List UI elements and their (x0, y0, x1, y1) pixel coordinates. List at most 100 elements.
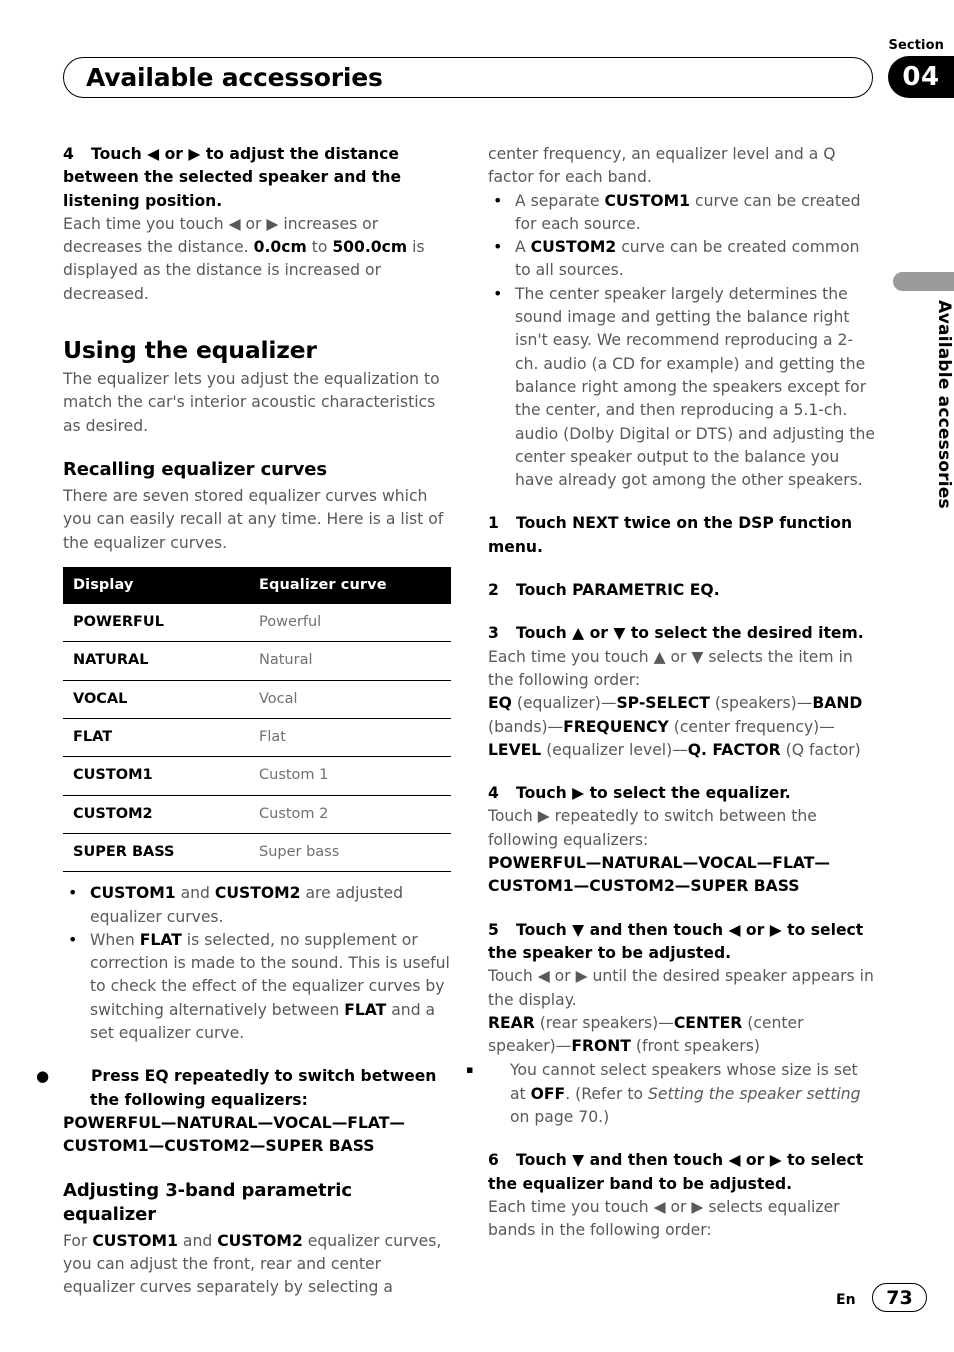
rbullet-2-pre: The center speaker largely determines th… (515, 284, 875, 490)
rbullet-1-bold: CUSTOM2 (530, 238, 617, 257)
order-item-band: BAND (812, 694, 863, 713)
distance-max-value: 500.0cm (332, 238, 408, 257)
manual-page: Section 04 Available accessories Availab… (0, 0, 954, 1352)
table-row: SUPER BASS Super bass (63, 833, 451, 873)
step-4-body-left: Each time you touch ◀ or ▶ increases or … (63, 213, 451, 306)
heading-using-the-equalizer: Using the equalizer (63, 336, 317, 365)
list-item: The center speaker largely determines th… (488, 282, 876, 493)
bullet-0-mid: and (175, 884, 215, 903)
step-1-heading: 1 Touch NEXT twice on the DSP function me… (488, 512, 876, 559)
order-desc-level: (equalizer level)— (541, 740, 688, 759)
section-number-badge: 04 (888, 56, 954, 98)
step-5-note-reference: Setting the speaker setting (648, 1084, 861, 1103)
page-title-pill: Available accessories (63, 57, 873, 98)
bullet-1-bold-1: FLAT (139, 930, 182, 949)
list-item: A separate CUSTOM1 curve can be created … (488, 189, 876, 237)
table-row: FLAT Flat (63, 718, 451, 758)
table-cell-curve: Vocal (249, 680, 451, 720)
order-desc-band: (bands)— (488, 717, 564, 736)
step-4-body-b: to (306, 238, 333, 257)
step-2-number: 2 (488, 581, 499, 600)
left-column: 4 Touch ◀ or ▶ to adjust the distance bet… (36, 143, 451, 1299)
press-eq-chain: POWERFUL—NATURAL—VOCAL—FLAT—CUSTOM1—CUST… (63, 1113, 405, 1156)
page-header: Section 04 Available accessories (0, 0, 954, 120)
page-title: Available accessories (86, 63, 383, 92)
step-5-heading-text: Touch ▼ and then touch ◀ or ▶ to select … (488, 920, 864, 962)
step-6-number: 6 (488, 1151, 499, 1170)
table-cell-display: FLAT (63, 718, 249, 758)
list-item: When FLAT is selected, no supplement or … (63, 928, 451, 1045)
section-label: Section (888, 38, 944, 53)
order-item-eq: EQ (488, 694, 512, 713)
order-item-sp-select: SP-SELECT (616, 694, 710, 713)
step-5-note-c: on page 70.) (510, 1107, 610, 1126)
table-row: POWERFUL Powerful (63, 604, 451, 643)
heading-adjusting-3band-parametric-equalizer: Adjusting 3-band parametric equalizer (63, 1179, 352, 1225)
order-desc-rear: (rear speakers)— (534, 1013, 674, 1032)
order-desc-sp-select: (speakers)— (709, 694, 813, 713)
press-eq-note: ● Press EQ repeatedly to switch between t… (36, 1065, 451, 1112)
step-5-note: ▪ You cannot select speakers whose size i… (466, 1058, 876, 1129)
table-body: POWERFUL Powerful NATURAL Natural VOCAL … (63, 604, 451, 873)
step-4-number-left: 4 (63, 145, 74, 163)
press-eq-heading: Press EQ repeatedly to switch between th… (90, 1067, 437, 1109)
step-1-number: 1 (488, 514, 499, 533)
step-5-order-list: REAR (rear speakers)—CENTER (center spea… (488, 1012, 876, 1059)
order-item-level: LEVEL (488, 740, 542, 759)
table-row: NATURAL Natural (63, 641, 451, 681)
table-cell-curve: Custom 1 (249, 756, 451, 796)
list-item: A CUSTOM2 curve can be created common to… (488, 235, 876, 283)
order-desc-frequency: (center frequency)— (668, 717, 835, 736)
table-cell-curve: Flat (249, 718, 451, 758)
step-3-number: 3 (488, 624, 499, 643)
adjusting-bold-1: CUSTOM1 (92, 1231, 178, 1250)
side-tab-label: Available accessories (934, 300, 954, 509)
filled-circle-icon: ● (36, 1067, 50, 1086)
step-4-heading-text-left: Touch ◀ or ▶ to adjust the distance betw… (63, 145, 402, 210)
side-tab-marker (893, 272, 954, 291)
order-desc-q-factor: (Q factor) (780, 740, 861, 759)
step-5-heading: 5 Touch ▼ and then touch ◀ or ▶ to select… (488, 919, 876, 966)
table-cell-display: NATURAL (63, 641, 249, 681)
recalling-body: There are seven stored equalizer curves … (63, 486, 444, 552)
step-5-note-b: . (Refer to (565, 1084, 648, 1103)
step-3-heading-text: Touch ▲ or ▼ to select the desired item. (516, 624, 864, 643)
table-cell-display: POWERFUL (63, 604, 249, 643)
right-column: center frequency, an equalizer level and… (466, 143, 876, 1242)
step-3-order-list: EQ (equalizer)—SP-SELECT (speakers)—BAND… (488, 692, 876, 762)
step-6-body: Each time you touch ◀ or ▶ selects equal… (488, 1197, 840, 1240)
step-2-heading-text: Touch PARAMETRIC EQ. (516, 581, 720, 600)
step-5-body: Touch ◀ or ▶ until the desired speaker a… (488, 967, 874, 1009)
table-header-display: Display (63, 566, 249, 605)
step-3-heading: 3 Touch ▲ or ▼ to select the desired item… (488, 622, 876, 645)
adjusting-body-a: For (63, 1231, 93, 1250)
table-cell-display: CUSTOM1 (63, 756, 249, 796)
step-4-chain: POWERFUL—NATURAL—VOCAL—FLAT—CUSTOM1—CUST… (488, 854, 830, 896)
order-item-q-factor: Q. FACTOR (687, 740, 781, 759)
step-3-body: Each time you touch ▲ or ▼ selects the i… (488, 647, 853, 689)
step-5-number: 5 (488, 920, 499, 939)
step-2-heading: 2 Touch PARAMETRIC EQ. (488, 579, 876, 602)
table-cell-curve: Super bass (249, 833, 451, 873)
order-desc-eq: (equalizer)— (511, 694, 617, 713)
footer-page-number: 73 (872, 1283, 927, 1312)
adjusting-bold-2: CUSTOM2 (217, 1231, 303, 1250)
rbullet-1-pre: A (515, 238, 531, 257)
step-6-heading-text: Touch ▼ and then touch ◀ or ▶ to select … (488, 1151, 864, 1193)
table-cell-display: VOCAL (63, 680, 249, 720)
order-item-center: CENTER (673, 1013, 743, 1032)
right-bullet-list: A separate CUSTOM1 curve can be created … (488, 189, 876, 493)
continuation-text: center frequency, an equalizer level and… (488, 145, 836, 187)
table-header-row: Display Equalizer curve (63, 566, 451, 605)
order-item-frequency: FREQUENCY (563, 717, 669, 736)
table-row: VOCAL Vocal (63, 680, 451, 720)
bullet-1-bold-2: FLAT (344, 1000, 387, 1019)
using-equalizer-body: The equalizer lets you adjust the equali… (63, 370, 440, 435)
equalizer-curves-table: Display Equalizer curve POWERFUL Powerfu… (63, 566, 451, 873)
bullet-0-bold-1: CUSTOM1 (90, 884, 176, 903)
step-1-heading-text: Touch NEXT twice on the DSP function men… (488, 514, 853, 556)
step-4-heading-left: 4 Touch ◀ or ▶ to adjust the distance bet… (63, 143, 451, 213)
table-cell-curve: Natural (249, 641, 451, 681)
left-bullet-list: CUSTOM1 and CUSTOM2 are adjusted equaliz… (63, 881, 451, 1045)
adjusting-body-b: and (177, 1231, 218, 1250)
